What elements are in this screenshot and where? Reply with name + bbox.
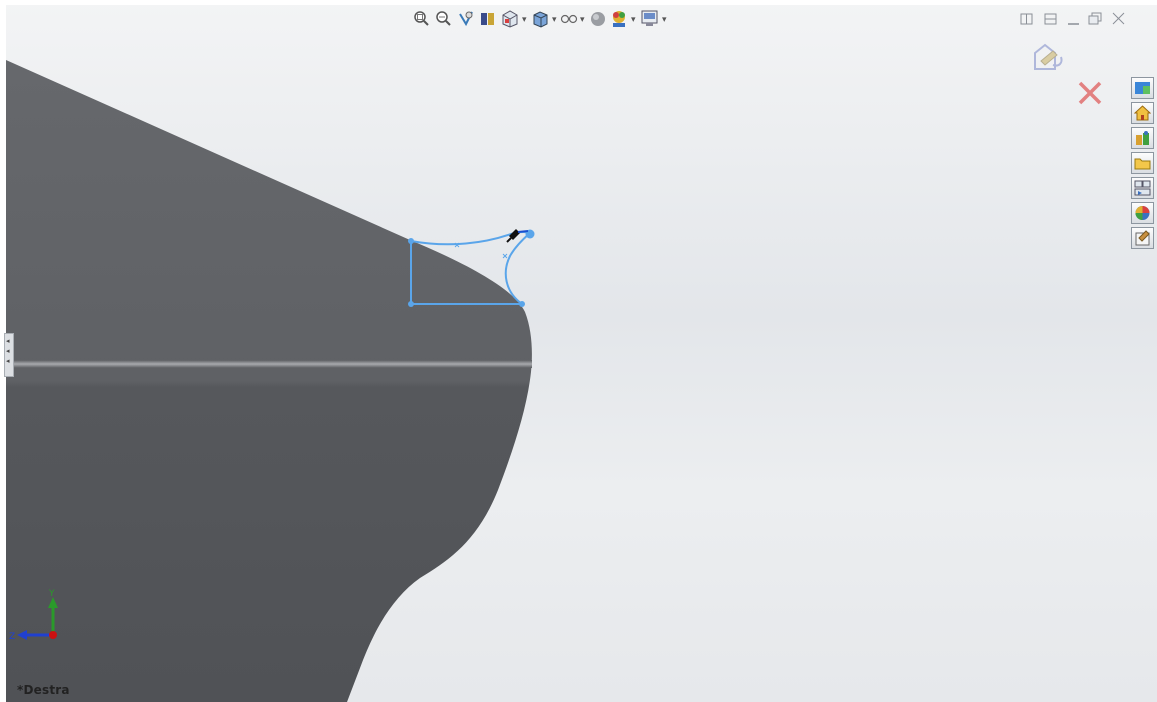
apply-scene-icon[interactable]	[613, 11, 625, 27]
view-orientation-icon[interactable]	[502, 10, 518, 28]
view-palette-icon[interactable]	[1131, 177, 1154, 199]
tangent-edge	[10, 360, 532, 368]
appearances-icon[interactable]	[1131, 202, 1154, 224]
edit-appearance-icon[interactable]	[591, 12, 605, 26]
view-settings-dropdown-icon[interactable]: ▾	[662, 15, 667, 25]
chevron-left-icon: ◂	[6, 347, 10, 355]
view-orientation-label: *Destra	[17, 683, 70, 697]
origin-point	[49, 631, 57, 639]
custom-properties-icon[interactable]	[1131, 227, 1154, 249]
design-library-icon[interactable]	[1131, 127, 1154, 149]
solidworks-resources-icon[interactable]	[1131, 77, 1154, 99]
hide-show-dropdown-icon[interactable]: ▾	[580, 15, 585, 25]
apply-scene-dropdown-icon[interactable]: ▾	[631, 15, 636, 25]
sketch-point	[519, 301, 525, 307]
view-orientation-dropdown-icon[interactable]: ▾	[522, 15, 527, 25]
sketch-point	[408, 238, 414, 244]
display-style-dropdown-icon[interactable]: ▾	[552, 15, 557, 25]
axis-label-y: Y	[48, 589, 55, 599]
home-icon[interactable]	[1131, 102, 1154, 124]
graphics-area[interactable]: Y Z ▾ ▾ ▾ ▾ ▾	[0, 0, 1157, 702]
top-border	[0, 0, 1157, 5]
file-explorer-icon[interactable]	[1131, 152, 1154, 174]
chevron-left-icon: ◂	[6, 337, 10, 345]
chevron-left-icon: ◂	[6, 357, 10, 365]
axis-label-z: Z	[9, 632, 15, 642]
sketch-point	[408, 301, 414, 307]
display-style-icon[interactable]	[533, 11, 548, 28]
feature-manager-collapse-handle[interactable]: ◂ ◂ ◂	[4, 333, 14, 377]
